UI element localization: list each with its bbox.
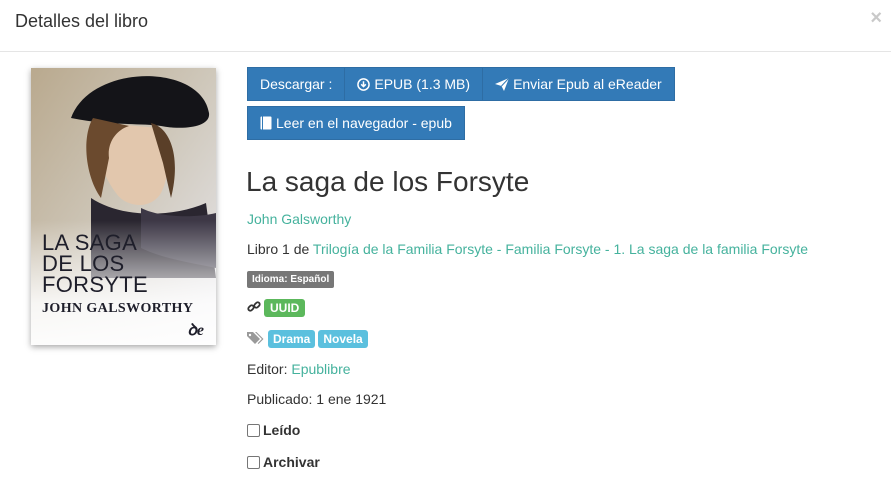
paper-plane-icon	[495, 77, 510, 91]
series-line: Libro 1 de Trilogía de la Familia Forsyt…	[247, 241, 808, 257]
uuid-badge[interactable]: UUID	[264, 299, 306, 317]
book-title: La saga de los Forsyte	[246, 166, 530, 197]
link-icon	[247, 300, 261, 317]
download-circle-icon	[357, 77, 371, 91]
archive-checkbox-label: Archivar	[263, 454, 320, 470]
send-to-ereader-button[interactable]: Enviar Epub al eReader	[482, 67, 675, 101]
book-icon	[260, 116, 272, 130]
archive-checkbox-row[interactable]: Archivar	[247, 454, 320, 470]
read-checkbox-label: Leído	[263, 422, 301, 438]
epub-label: EPUB (1.3 MB)	[374, 76, 471, 92]
published-date: Publicado: 1 ene 1921	[247, 391, 387, 407]
series-prefix: Libro 1 de	[247, 241, 313, 257]
author-link[interactable]: John Galsworthy	[247, 211, 351, 227]
tags-row: Drama Novela	[247, 330, 368, 348]
tags-icon	[247, 331, 265, 348]
download-label-button[interactable]: Descargar :	[247, 67, 346, 101]
download-label: Descargar :	[260, 76, 333, 92]
modal-header: Detalles del libro ×	[0, 0, 891, 52]
tag-novela[interactable]: Novela	[318, 330, 368, 348]
publisher-logo: ꝺe	[187, 322, 204, 339]
read-in-browser-button[interactable]: Leer en el navegador - epub	[247, 106, 465, 140]
language-badge: Idioma: Español	[247, 271, 335, 288]
tag-drama[interactable]: Drama	[268, 330, 316, 348]
publisher-link[interactable]: Epublibre	[291, 361, 350, 377]
uuid-row: UUID	[247, 299, 306, 317]
read-checkbox[interactable]	[247, 423, 260, 437]
series-link[interactable]: Trilogía de la Familia Forsyte - Familia…	[313, 241, 808, 257]
download-epub-button[interactable]: EPUB (1.3 MB)	[344, 67, 484, 101]
download-button-group: Descargar : EPUB (1.3 MB) Enviar Epub al…	[247, 67, 675, 101]
read-checkbox-row[interactable]: Leído	[247, 422, 300, 438]
close-icon[interactable]: ×	[870, 8, 882, 28]
publisher-line: Editor: Epublibre	[247, 361, 351, 377]
book-cover[interactable]: LA SAGA DE LOS FORSYTE JOHN GALSWORTHY ꝺ…	[31, 68, 216, 345]
read-label: Leer en el navegador - epub	[276, 115, 452, 131]
cover-title: LA SAGA DE LOS FORSYTE	[42, 230, 148, 297]
modal-title: Detalles del libro	[15, 11, 149, 31]
send-label: Enviar Epub al eReader	[513, 76, 662, 92]
cover-author: JOHN GALSWORTHY	[42, 301, 194, 316]
archive-checkbox[interactable]	[247, 455, 260, 469]
publisher-label: Editor:	[247, 361, 292, 377]
